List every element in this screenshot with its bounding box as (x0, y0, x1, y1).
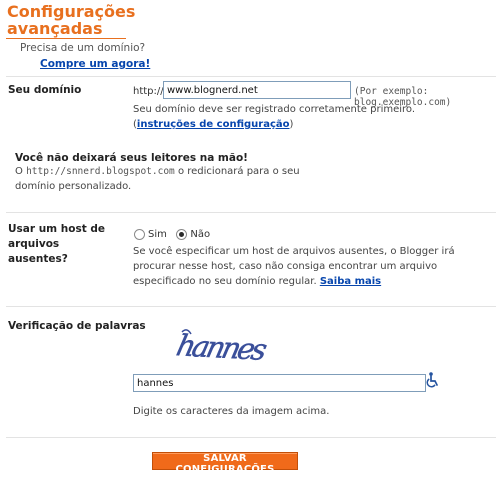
section-divider (6, 76, 496, 77)
notice-text: O http://snnerd.blogspot.com o rediciona… (15, 164, 305, 194)
buy-domain-link[interactable]: Compre um agora! (40, 58, 150, 70)
notice-prefix: O (15, 166, 27, 177)
section-divider (6, 437, 496, 438)
domain-input[interactable] (163, 81, 351, 99)
title-divider (6, 38, 126, 39)
host-radio-group: Sim Não (134, 227, 216, 240)
wheelchair-icon[interactable] (426, 372, 440, 388)
notice-title: Você não deixará seus leitores na mão! (15, 152, 248, 164)
domain-label: Seu domínio (8, 84, 82, 96)
domain-help-close: ) (289, 119, 294, 130)
setup-instructions-link[interactable]: instruções de configuração (137, 119, 290, 130)
radio-no[interactable] (176, 228, 188, 240)
radio-yes-label: Sim (148, 228, 167, 240)
host-label: Usar um host de arquivos ausentes? (8, 223, 106, 265)
section-divider (6, 306, 496, 307)
need-domain-text: Precisa de um domínio? (20, 42, 146, 54)
section-divider (6, 212, 496, 213)
save-settings-button[interactable]: SALVAR CONFIGURAÇÕES (152, 452, 298, 475)
page-title: Configurações avançadas (7, 2, 136, 38)
radio-no-label: Não (190, 228, 211, 240)
verification-label: Verificação de palavras (8, 320, 146, 332)
notice-url: http://snnerd.blogspot.com (26, 166, 175, 177)
radio-yes[interactable] (134, 228, 145, 240)
domain-prefix: http:// (133, 86, 164, 97)
host-help-text: Se você especificar um host de arquivos … (133, 246, 455, 287)
host-help: Se você especificar um host de arquivos … (133, 244, 473, 289)
captcha-image: hannes (162, 318, 272, 367)
domain-help: Seu domínio deve ser registrado corretam… (133, 102, 433, 132)
captcha-instruction: Digite os caracteres da imagem acima. (133, 406, 330, 417)
captcha-input[interactable] (133, 374, 426, 392)
learn-more-link[interactable]: Saiba mais (320, 276, 381, 287)
captcha-word: hannes (173, 328, 269, 366)
